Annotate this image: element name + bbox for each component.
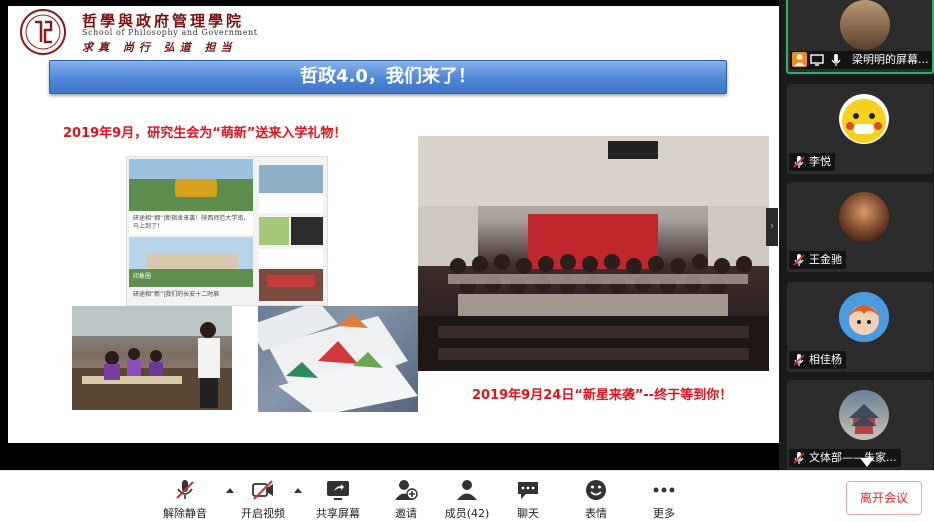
- participant-name-bar: 相佳杨: [789, 351, 846, 369]
- avatar: [839, 292, 889, 342]
- group-photo-new-students: [418, 136, 769, 371]
- participant-name: 文体部——朱家...: [809, 451, 897, 464]
- participant-tile-wang-jinchi[interactable]: 王金驰: [787, 182, 933, 272]
- participant-name-bar: 李悦: [789, 153, 835, 171]
- host-badge-icon: [792, 52, 807, 67]
- mic-on-icon: [829, 53, 843, 67]
- reactions-label: 表情: [585, 507, 607, 520]
- mic-muted-icon: [793, 452, 805, 464]
- participant-name-bar: 梁明明的屏幕...: [790, 51, 932, 69]
- participant-tile-wenti[interactable]: 文体部——朱家...: [787, 380, 933, 470]
- mic-muted-icon: [793, 156, 805, 168]
- share-screen-button[interactable]: 共享屏幕: [306, 471, 370, 522]
- collapse-panel-handle[interactable]: ›: [766, 208, 778, 246]
- members-button[interactable]: 成员(42): [435, 471, 499, 522]
- chat-label: 聊天: [517, 507, 539, 520]
- members-icon: [457, 480, 477, 500]
- participant-video-panel[interactable]: 梁明明的屏幕... 李悦 王金驰 相佳杨 文体部——朱家...: [779, 0, 934, 470]
- participant-name-bar: 王金驰: [789, 251, 846, 269]
- presentation-slide: 哲學與政府管理學院 School of Philosophy and Gover…: [8, 6, 779, 443]
- reactions-button[interactable]: 表情: [564, 471, 628, 522]
- unmute-button[interactable]: 解除静音: [153, 471, 217, 522]
- avatar: [839, 390, 889, 440]
- slide-title: 哲政4.0，我们来了！: [49, 60, 727, 94]
- participant-name-bar: 文体部——朱家...: [789, 449, 901, 467]
- invite-button[interactable]: 邀请: [374, 471, 438, 522]
- avatar: [840, 0, 890, 50]
- wechat-article-collage: 研途相“拥”|新宿舍来袭！陕西师范大学南，马上到了！ 研途相“新”|我们的长安十…: [126, 156, 328, 306]
- collage-article-1-title: 研途相“拥”|新宿舍来袭！陕西师范大学南，马上到了！: [133, 215, 250, 230]
- mic-muted-icon: [793, 254, 805, 266]
- school-name-english: School of Philosophy and Government: [82, 28, 258, 37]
- avatar: [839, 94, 889, 144]
- leave-meeting-button[interactable]: 离开会议: [846, 481, 922, 515]
- add-user-icon: [395, 480, 418, 500]
- group-photo-graphic: [418, 136, 769, 371]
- participant-name: 梁明明的屏幕...: [852, 53, 929, 66]
- participant-tile-xiang-jiayang[interactable]: 相佳杨: [787, 282, 933, 372]
- participant-name: 相佳杨: [809, 353, 842, 366]
- brochure-photo-graphic: [258, 306, 418, 412]
- meeting-toolbar: 解除静音 开启视频 共享屏幕 邀请 成员(42) 聊天 表情 更多 离开会议: [0, 470, 934, 522]
- video-options-caret-icon[interactable]: [294, 488, 302, 493]
- orientation-meeting-photo: [72, 306, 232, 410]
- unmute-label: 解除静音: [163, 507, 207, 520]
- screen-share-icon: [810, 53, 824, 67]
- members-label: 成员(42): [444, 507, 490, 520]
- participant-name: 王金驰: [809, 253, 842, 266]
- school-motto: 求真 尚行 弘道 担当: [82, 41, 237, 54]
- video-off-icon: [252, 480, 273, 500]
- avatar: [839, 192, 889, 242]
- start-video-button[interactable]: 开启视频: [231, 471, 295, 522]
- shared-screen-area: 哲學與政府管理學院 School of Philosophy and Gover…: [0, 0, 779, 470]
- collage-article-2-title: 研途相“新”|我们的长安十二时辰: [133, 291, 220, 298]
- share-screen-label: 共享屏幕: [316, 507, 360, 520]
- chat-button[interactable]: 聊天: [496, 471, 560, 522]
- share-screen-icon: [327, 481, 349, 500]
- start-video-label: 开启视频: [241, 507, 285, 520]
- school-logo: [20, 9, 66, 55]
- collage-graphic: [129, 159, 323, 301]
- scroll-down-icon[interactable]: [860, 458, 874, 467]
- emoji-icon: [586, 480, 606, 500]
- invite-label: 邀请: [395, 507, 417, 520]
- mic-muted-icon: [793, 354, 805, 366]
- participant-tile-li-yue[interactable]: 李悦: [787, 84, 933, 174]
- more-dots-icon: [653, 487, 675, 493]
- welcome-brochure-photo: [258, 306, 418, 412]
- collage-badge: 印象圈: [133, 273, 152, 280]
- participant-tile-sharer[interactable]: 梁明明的屏幕...: [786, 0, 934, 74]
- mic-muted-icon: [176, 480, 194, 499]
- caption-welcome-event: 2019年9月24日“新星来袭”--终于等到你！: [472, 388, 733, 403]
- more-button[interactable]: 更多: [632, 471, 696, 522]
- meeting-photo-graphic: [72, 306, 232, 410]
- chat-icon: [518, 482, 538, 499]
- participant-name: 李悦: [809, 155, 831, 168]
- caption-welcome-gift: 2019年9月，研究生会为“萌新”送来入学礼物！: [63, 126, 347, 141]
- more-label: 更多: [653, 507, 675, 520]
